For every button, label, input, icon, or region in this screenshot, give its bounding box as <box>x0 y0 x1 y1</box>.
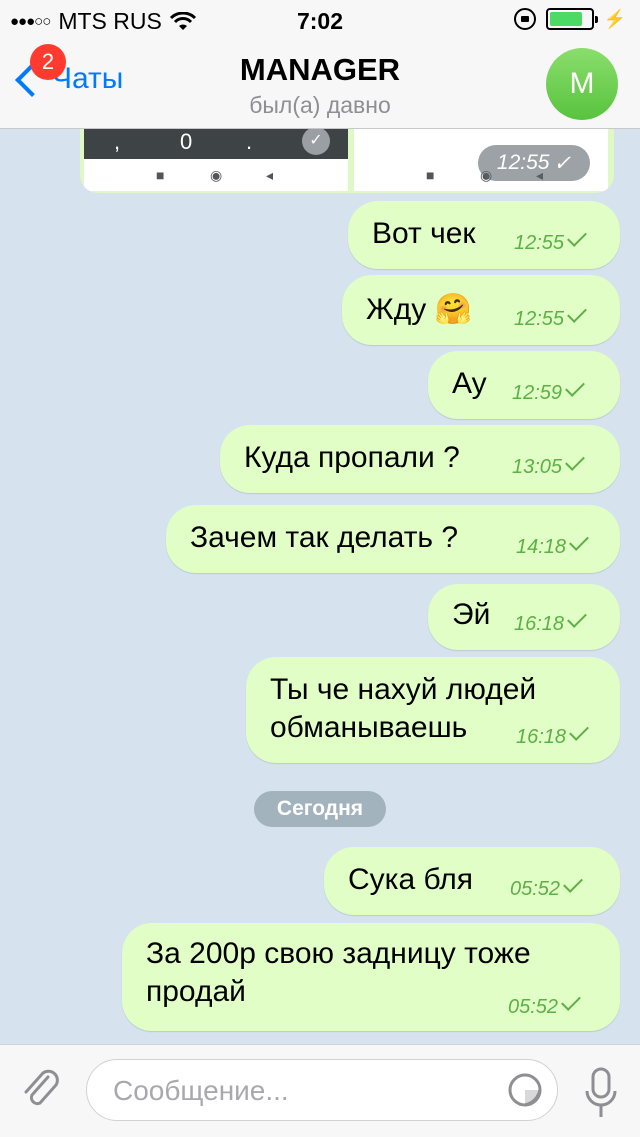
message-bubble[interactable]: Эй 16:18 <box>428 584 620 650</box>
key-zero: 0 <box>180 129 193 154</box>
message-bubble[interactable]: Куда пропали ? 13:05 <box>220 425 620 493</box>
message-text: Жду 🤗 <box>366 293 472 326</box>
message-bubble[interactable]: Сука бля 05:52 <box>324 847 620 915</box>
key-comma: , <box>114 129 121 154</box>
message-text: Вот чек <box>372 217 476 250</box>
message-bubble[interactable]: За 200р свою задницу тоже продай 05:52 <box>122 923 620 1031</box>
paperclip-icon[interactable] <box>18 1067 66 1115</box>
keypad-row: , 0 . ✓ <box>84 129 348 159</box>
sticker-icon[interactable] <box>507 1072 543 1108</box>
read-check-icon: ✓ <box>553 151 572 175</box>
message-time: 16:18 <box>514 608 587 636</box>
square-icon: ■ <box>426 167 435 183</box>
chat-header: Чаты 2 MANAGER был(а) давно M <box>0 40 640 129</box>
message-time: 16:18 <box>516 721 589 749</box>
status-bar: ●●●○○ MTS RUS 7:02 ⚡ <box>0 0 640 40</box>
battery-level <box>549 12 582 26</box>
message-text: Куда пропали ? <box>244 441 460 474</box>
read-check-icon <box>567 227 587 247</box>
last-seen-status: был(а) давно <box>249 92 391 118</box>
message-field[interactable] <box>86 1059 558 1121</box>
android-nav-keys: ■ ◉ ◂ <box>84 167 348 187</box>
square-icon: ■ <box>156 167 165 183</box>
read-check-icon <box>565 451 585 471</box>
composer <box>0 1044 640 1137</box>
message-input[interactable] <box>111 1072 495 1110</box>
read-check-icon <box>563 873 583 893</box>
message-time: 12:55 <box>514 303 587 331</box>
image-message-time: 12:55 ✓ <box>478 145 590 181</box>
message-text: Ау <box>452 367 487 400</box>
message-bubble[interactable]: Ты че нахуй людей обманываешь 16:18 <box>246 657 620 763</box>
message-bubble[interactable]: Ау 12:59 <box>428 351 620 419</box>
message-bubble[interactable]: Вот чек 12:55 <box>348 201 620 269</box>
message-bubble[interactable]: Жду 🤗 12:55 <box>342 275 620 345</box>
read-check-icon <box>565 377 585 397</box>
rotation-lock-icon <box>513 8 536 30</box>
back-triangle-icon: ◂ <box>266 167 274 183</box>
checkmark-icon: ✓ <box>302 129 330 155</box>
avatar[interactable]: M <box>546 48 618 120</box>
charging-icon: ⚡ <box>603 8 626 29</box>
read-check-icon <box>567 608 587 628</box>
message-list[interactable]: , 0 . ✓ ■ ◉ ◂ ■ ◉ ◂ 12:55✓ Вот чек 12:55 <box>0 129 640 1044</box>
message-time: 05:52 <box>508 991 581 1019</box>
status-right: ⚡ <box>513 8 626 30</box>
battery-icon <box>545 8 598 30</box>
date-separator: Сегодня <box>254 791 386 827</box>
screenshot-image-left: , 0 . ✓ ■ ◉ ◂ <box>84 129 348 191</box>
message-text: Сука бля <box>348 863 474 896</box>
chat-title[interactable]: MANAGER <box>0 52 640 88</box>
read-check-icon <box>567 303 587 323</box>
message-time: 14:18 <box>516 531 589 559</box>
key-dot: . <box>246 129 253 154</box>
message-text: Эй <box>452 598 491 631</box>
message-time: 12:55 <box>496 151 550 174</box>
message-time: 13:05 <box>512 451 585 479</box>
microphone-icon[interactable] <box>584 1065 618 1121</box>
message-time: 12:55 <box>514 227 587 255</box>
message-time: 12:59 <box>512 377 585 405</box>
image-message[interactable]: , 0 . ✓ ■ ◉ ◂ ■ ◉ ◂ 12:55✓ <box>80 129 614 193</box>
message-bubble[interactable]: Зачем так делать ? 14:18 <box>166 505 620 573</box>
message-time: 05:52 <box>510 873 583 901</box>
read-check-icon <box>569 531 589 551</box>
message-text: Зачем так делать ? <box>190 521 459 554</box>
home-circle-icon: ◉ <box>210 167 223 183</box>
